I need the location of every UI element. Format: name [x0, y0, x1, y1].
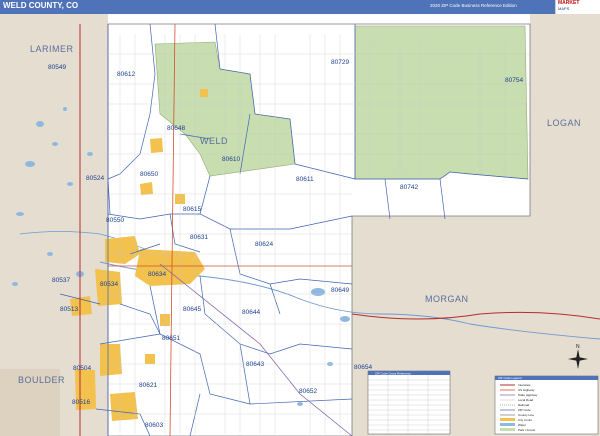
svg-text:80516: 80516	[72, 399, 90, 406]
pawnee-grassland-east	[354, 25, 529, 180]
svg-text:80611: 80611	[296, 176, 314, 183]
svg-text:80645: 80645	[183, 306, 201, 313]
svg-text:80615: 80615	[183, 206, 201, 213]
svg-text:US Highway: US Highway	[518, 388, 535, 392]
svg-text:Interstate: Interstate	[518, 383, 531, 387]
svg-text:80610: 80610	[222, 156, 240, 163]
boulder-label: BOULDER	[18, 375, 65, 385]
edition-label: 2020 ZIP Code Business Reference Edition	[430, 3, 517, 8]
svg-text:80652: 80652	[299, 388, 317, 395]
map-frame: WELD COUNTY, CO 2020 ZIP Code Business R…	[0, 0, 600, 436]
logan-county-area	[530, 14, 600, 216]
svg-text:City Limits: City Limits	[518, 418, 532, 422]
map-title: WELD COUNTY, CO	[3, 1, 79, 10]
svg-text:Water: Water	[518, 423, 526, 427]
svg-text:ZIP Code Cross Reference: ZIP Code Cross Reference	[375, 371, 411, 375]
svg-text:80644: 80644	[242, 309, 260, 316]
map-legend: ZIP Code Legend Interstate US Highway St…	[494, 375, 599, 435]
zip-cross-reference-table: ZIP Code Cross Reference	[367, 370, 451, 435]
svg-text:ZIP Code: ZIP Code	[518, 408, 531, 412]
svg-text:County Line: County Line	[518, 413, 534, 417]
title-bar: WELD COUNTY, CO 2020 ZIP Code Business R…	[0, 0, 600, 14]
county-map[interactable]: LARIMER LOGAN MORGAN BOULDER WELD 80549 …	[0, 14, 600, 436]
svg-text:Local Road: Local Road	[518, 398, 534, 402]
svg-text:ZIP Code Legend: ZIP Code Legend	[498, 376, 522, 380]
weld-label: WELD	[200, 136, 228, 146]
svg-text:80649: 80649	[331, 287, 349, 294]
svg-text:80550: 80550	[106, 217, 124, 224]
logan-label: LOGAN	[547, 118, 581, 128]
svg-text:Railroad: Railroad	[518, 403, 530, 407]
svg-text:80651: 80651	[162, 335, 180, 342]
svg-text:80643: 80643	[246, 361, 264, 368]
svg-text:80624: 80624	[255, 241, 273, 248]
svg-text:80612: 80612	[117, 71, 135, 78]
svg-text:State Highway: State Highway	[518, 393, 538, 397]
svg-text:80742: 80742	[400, 184, 418, 191]
larimer-label: LARIMER	[30, 44, 74, 54]
svg-text:80534: 80534	[100, 281, 118, 288]
svg-text:80603: 80603	[145, 422, 163, 429]
publisher-logo: MARKET MAPS	[555, 0, 600, 14]
svg-text:80537: 80537	[52, 277, 70, 284]
morgan-label: MORGAN	[425, 294, 469, 304]
svg-text:80729: 80729	[331, 59, 349, 66]
svg-text:80648: 80648	[167, 125, 185, 132]
svg-text:80634: 80634	[148, 271, 166, 278]
svg-text:80513: 80513	[60, 306, 78, 313]
svg-text:80621: 80621	[139, 382, 157, 389]
svg-text:80654: 80654	[354, 364, 372, 371]
svg-text:80549: 80549	[48, 64, 66, 71]
svg-text:Park / Forest: Park / Forest	[518, 428, 535, 432]
svg-text:80754: 80754	[505, 77, 523, 84]
svg-text:N: N	[576, 344, 580, 350]
svg-text:80631: 80631	[190, 234, 208, 241]
svg-text:80504: 80504	[73, 365, 91, 372]
svg-text:80650: 80650	[140, 171, 158, 178]
svg-text:80524: 80524	[86, 175, 104, 182]
